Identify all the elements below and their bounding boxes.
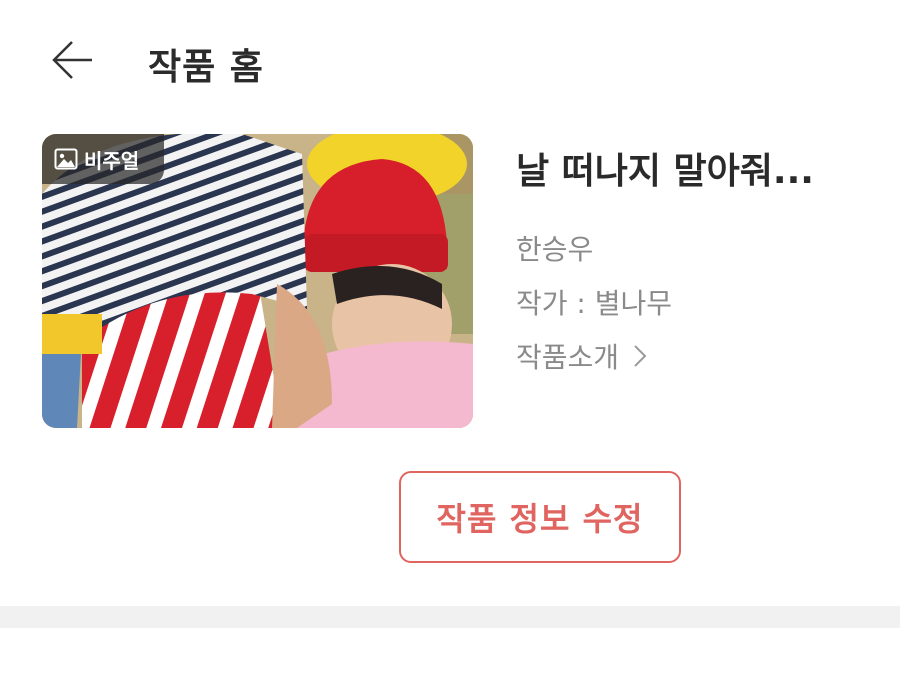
back-button[interactable]: [44, 36, 100, 84]
work-title: 날 떠나지 말아줘...: [516, 151, 814, 192]
page-title: 작품 홈: [148, 47, 264, 88]
work-intro-link[interactable]: 작품소개: [516, 336, 647, 376]
chevron-right-icon: [634, 345, 647, 367]
character-name: 한승우: [516, 233, 594, 266]
visual-badge-label: 비주얼: [84, 148, 140, 173]
app-header: 작품 홈: [0, 0, 900, 120]
author-name: 작가 : 별나무: [516, 287, 673, 320]
visual-badge: 비주얼: [42, 134, 164, 184]
work-intro-label: 작품소개: [516, 341, 620, 374]
section-divider: [0, 606, 900, 628]
cover-image[interactable]: 비주얼: [42, 134, 473, 428]
edit-work-info-button[interactable]: 작품 정보 수정: [399, 471, 681, 563]
arrow-left-icon: [52, 41, 92, 79]
image-icon: [54, 148, 78, 170]
